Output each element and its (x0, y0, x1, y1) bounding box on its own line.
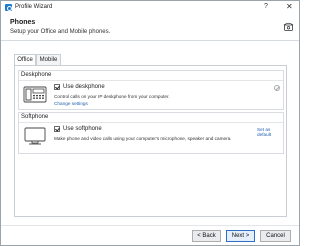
disabled-status-icon (274, 85, 280, 91)
deskphone-icon (23, 86, 47, 103)
profile-wizard-window: Profile Wizard ? ✕ Phones Setup your Off… (0, 0, 300, 246)
use-softphone-label: Use softphone (63, 126, 102, 132)
use-softphone-checkbox[interactable] (54, 126, 60, 132)
footer-divider (1, 225, 299, 226)
set-as-default-link[interactable]: Set as default (257, 127, 283, 137)
phone-header-icon (283, 22, 294, 31)
deskphone-description: Control calls on your IP deskphone from … (54, 94, 170, 99)
page-title: Phones (10, 19, 36, 26)
tab-mobile[interactable]: Mobile (36, 54, 61, 65)
app-logo-icon (5, 4, 12, 11)
section-divider (19, 80, 283, 81)
computer-icon (24, 127, 46, 145)
deskphone-section-title: Deskphone (21, 72, 52, 78)
close-button[interactable]: ✕ (286, 2, 293, 11)
softphone-section-title: Softphone (21, 114, 49, 120)
softphone-description: Make phone and video calls using your co… (54, 136, 232, 141)
section-divider (19, 122, 283, 123)
next-button[interactable]: Next > (226, 230, 255, 242)
use-deskphone-checkbox[interactable] (54, 84, 60, 90)
change-settings-link[interactable]: Change settings (54, 101, 88, 106)
help-button[interactable]: ? (264, 3, 268, 10)
use-deskphone-label: Use deskphone (63, 84, 105, 90)
title-bar: Profile Wizard ? ✕ (1, 1, 299, 14)
softphone-section: Softphone Use softphone Make phone and v… (18, 112, 284, 154)
deskphone-section: Deskphone Use deskphone Control calls on… (18, 70, 284, 110)
window-title: Profile Wizard (15, 4, 53, 10)
back-button[interactable]: < Back (192, 230, 221, 242)
page-subtitle: Setup your Office and Mobile phones. (10, 29, 111, 35)
cancel-button[interactable]: Cancel (260, 230, 291, 242)
header-divider (1, 40, 299, 41)
office-tab-panel: Deskphone Use deskphone Control calls on… (14, 65, 287, 217)
